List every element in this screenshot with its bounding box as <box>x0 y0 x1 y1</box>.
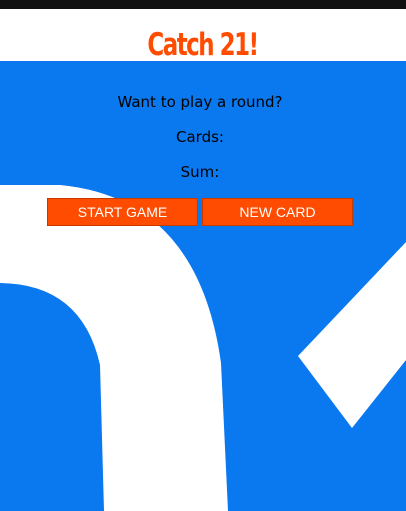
background-bar-shape <box>298 242 406 428</box>
cards-label: Cards: <box>176 128 224 146</box>
top-bar <box>0 0 406 9</box>
game-message: Want to play a round? <box>117 93 283 111</box>
start-game-button[interactable]: START GAME <box>47 198 198 226</box>
background-ring-shape <box>0 185 228 511</box>
new-card-button[interactable]: NEW CARD <box>202 198 353 226</box>
sum-label: Sum: <box>180 163 220 181</box>
